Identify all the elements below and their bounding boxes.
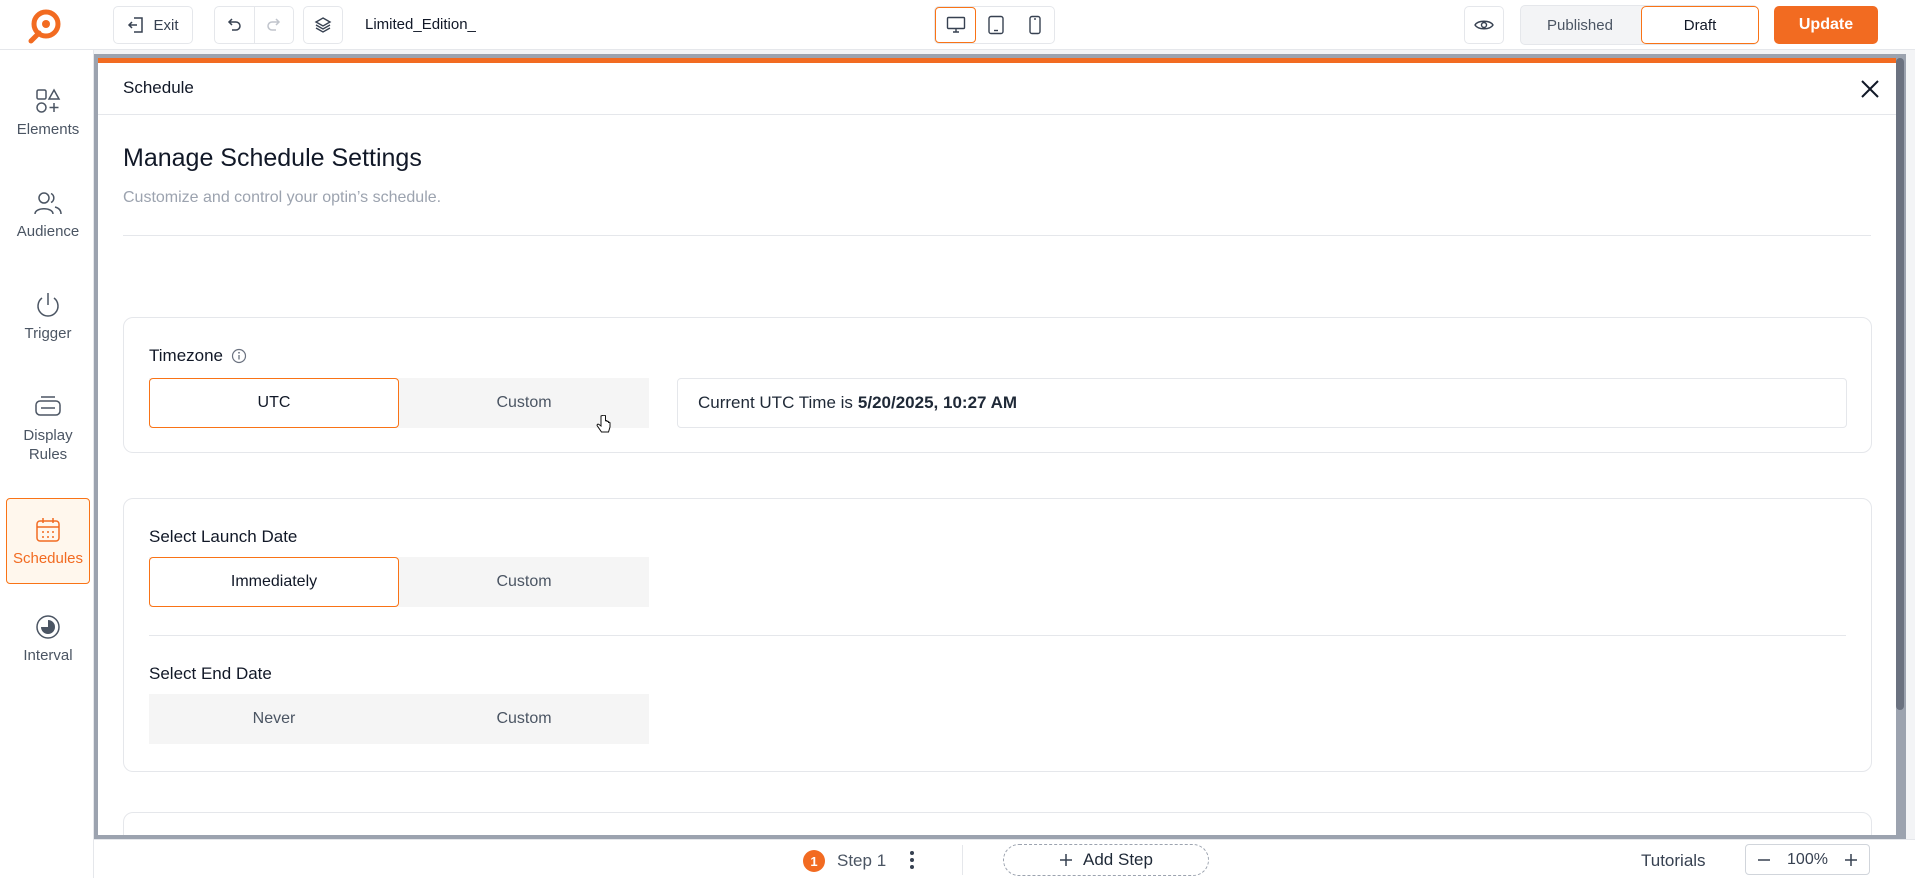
mobile-view-button[interactable]: [1015, 7, 1054, 43]
eye-icon: [1474, 20, 1494, 30]
card-divider: [149, 635, 1846, 636]
layers-icon: [314, 17, 332, 33]
step-number-badge: 1: [803, 850, 825, 872]
interval-icon: [36, 615, 60, 639]
sidebar-item-trigger[interactable]: Trigger: [6, 288, 90, 343]
timezone-label-text: Timezone: [149, 346, 224, 365]
bottom-divider: [962, 845, 963, 875]
zoom-in-button[interactable]: [1843, 853, 1859, 867]
device-preview-group: [934, 6, 1055, 44]
undo-icon: [228, 18, 241, 31]
timezone-label: Timezone: [149, 346, 247, 366]
launch-option-custom[interactable]: Custom: [399, 557, 649, 607]
end-option-custom[interactable]: Custom: [399, 694, 649, 744]
hand-cursor-icon: [596, 415, 611, 433]
utc-time-value: 5/20/2025, 10:27 AM: [857, 393, 1018, 412]
plus-icon: [1060, 854, 1073, 866]
rules-icon: [35, 396, 61, 416]
info-icon[interactable]: [231, 348, 247, 364]
timezone-card: Timezone UTC Custom Current UTC Time is …: [123, 317, 1872, 453]
zoom-out-button[interactable]: [1756, 853, 1772, 867]
sidebar-item-label: Display Rules: [23, 427, 73, 463]
exit-icon: [128, 17, 144, 33]
top-toolbar: Exit Limited_Edition_ Published Draft Up…: [0, 0, 1915, 50]
launch-end-card: Select Launch Date Immediately Custom Se…: [123, 498, 1872, 772]
sidebar-item-audience[interactable]: Audience: [6, 186, 90, 241]
add-step-label: Add Step: [1083, 850, 1153, 869]
sidebar-item-label: Audience: [16, 223, 80, 240]
sidebar-item-interval[interactable]: Interval: [6, 610, 90, 665]
close-button[interactable]: [1856, 75, 1884, 103]
step-menu-button[interactable]: [904, 848, 920, 872]
update-button[interactable]: Update: [1774, 6, 1878, 44]
plus-icon: [1844, 853, 1857, 866]
add-step-button[interactable]: Add Step: [1003, 844, 1209, 876]
publish-status-toggle: Published Draft: [1520, 5, 1759, 45]
bottom-bar: 1 Step 1 Add Step Tutorials 100%: [94, 839, 1915, 878]
page-title: Manage Schedule Settings: [123, 144, 422, 172]
end-option-never[interactable]: Never: [149, 694, 399, 744]
launch-date-label: Select Launch Date: [149, 527, 298, 546]
exit-label: Exit: [153, 16, 179, 34]
launch-option-immediately[interactable]: Immediately: [149, 557, 399, 607]
sidebar-item-label: Trigger: [24, 325, 72, 342]
logo-icon: [28, 9, 61, 44]
app-logo[interactable]: [24, 6, 64, 46]
sidebar-item-label: Schedules: [12, 550, 84, 567]
published-option[interactable]: Published: [1521, 6, 1639, 44]
shapes-icon: [36, 88, 61, 113]
tablet-icon: [987, 15, 1004, 35]
close-icon: [1861, 80, 1879, 98]
desktop-view-button[interactable]: [935, 7, 976, 43]
modal-scrollbar[interactable]: [1896, 58, 1904, 710]
sidebar-item-elements[interactable]: Elements: [6, 84, 90, 139]
page-subtitle: Customize and control your optin’s sched…: [123, 189, 442, 206]
section-divider: [123, 235, 1871, 236]
schedule-modal: Schedule Manage Schedule Settings Custom…: [98, 58, 1896, 835]
desktop-icon: [946, 16, 965, 33]
power-icon: [37, 293, 59, 317]
modal-header: Schedule: [98, 63, 1896, 115]
redo-icon: [267, 18, 280, 31]
preview-button[interactable]: [1464, 6, 1504, 44]
minus-icon: [1758, 858, 1770, 861]
end-date-selector: Never Custom: [149, 694, 649, 744]
left-sidebar: Elements Audience Trigger Display Rules …: [0, 50, 94, 878]
layers-button[interactable]: [303, 6, 343, 44]
end-date-label: Select End Date: [149, 664, 272, 683]
undo-redo-group: [214, 6, 294, 44]
modal-title: Schedule: [123, 78, 194, 97]
draft-option[interactable]: Draft: [1641, 6, 1759, 44]
launch-date-selector: Immediately Custom: [149, 557, 649, 607]
kebab-menu-icon: [910, 851, 914, 869]
exit-button[interactable]: Exit: [113, 6, 193, 44]
step-label[interactable]: Step 1: [837, 851, 886, 871]
timezone-option-utc[interactable]: UTC: [149, 378, 399, 428]
sidebar-item-display-rules[interactable]: Display Rules: [6, 390, 90, 464]
zoom-control: 100%: [1745, 844, 1870, 875]
zoom-level: 100%: [1787, 850, 1828, 868]
mobile-icon: [1028, 15, 1041, 35]
utc-time-prefix: Current UTC Time is: [698, 393, 853, 412]
calendar-icon: [36, 518, 60, 542]
timezone-selector: UTC Custom: [149, 378, 649, 428]
users-icon: [34, 192, 62, 215]
sidebar-item-label: Interval: [23, 647, 73, 664]
campaign-name[interactable]: Limited_Edition_: [365, 16, 476, 33]
sidebar-item-schedules[interactable]: Schedules: [6, 498, 90, 584]
redo-button[interactable]: [253, 7, 294, 43]
tablet-view-button[interactable]: [976, 7, 1015, 43]
tutorials-link[interactable]: Tutorials: [1641, 851, 1706, 871]
undo-button[interactable]: [215, 7, 254, 43]
next-card: [123, 812, 1872, 835]
current-utc-time: Current UTC Time is 5/20/2025, 10:27 AM: [677, 378, 1847, 428]
sidebar-item-label: Elements: [16, 121, 80, 138]
